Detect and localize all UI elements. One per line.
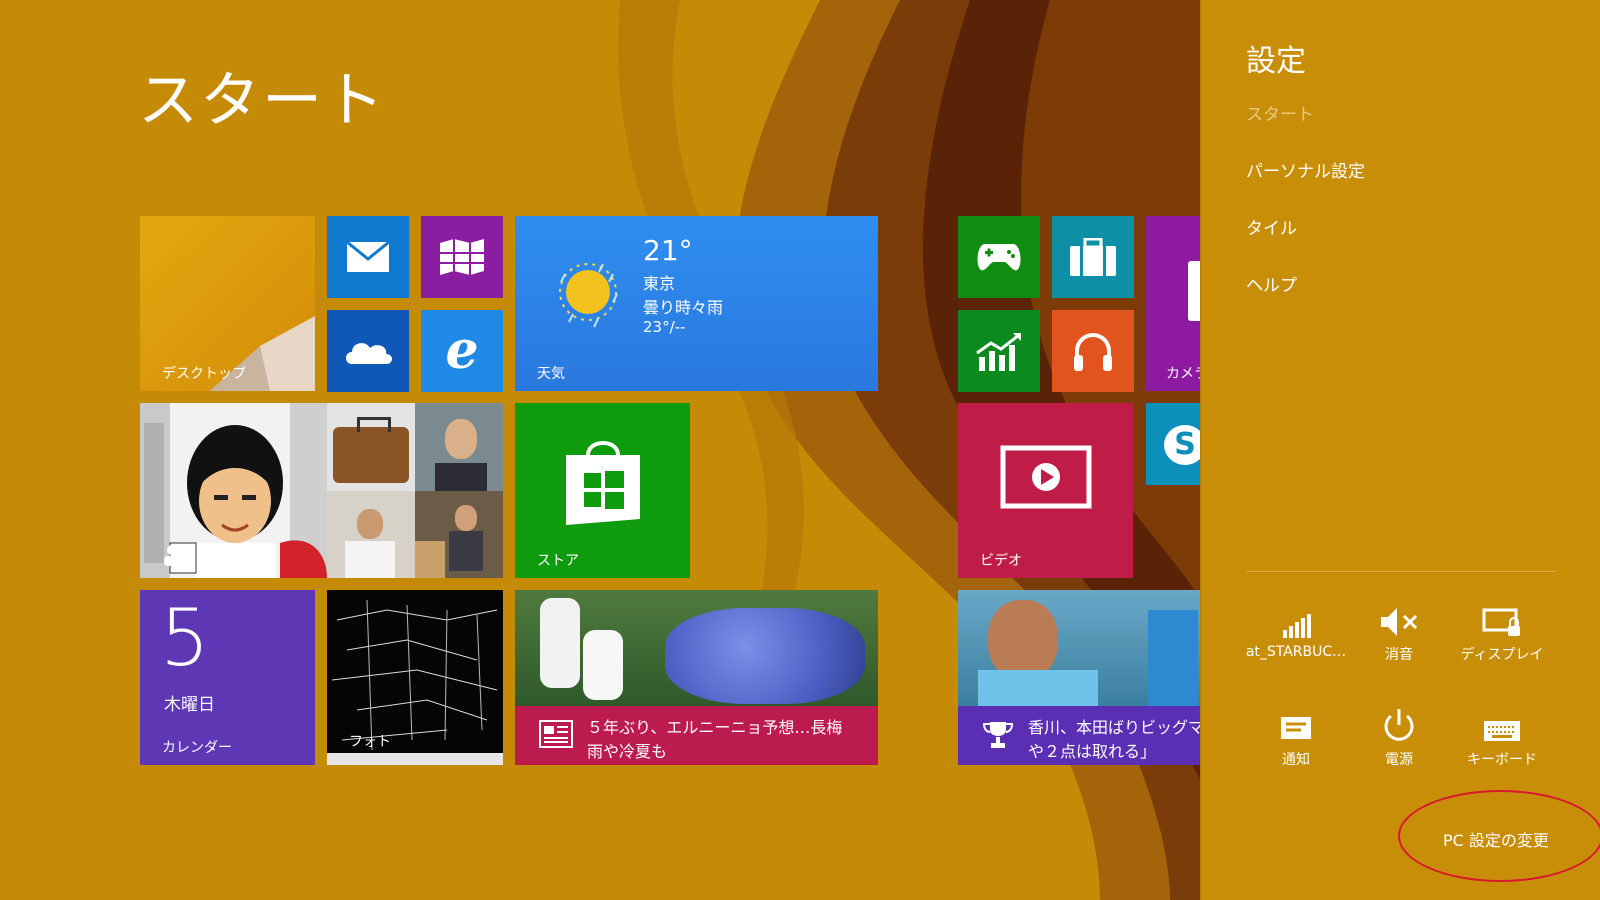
- wifi-signal-icon: [1283, 614, 1311, 638]
- sports-headline-line1: 香川、本田ばりビッグマウス: [1028, 718, 1200, 737]
- tile-skype[interactable]: S: [1146, 403, 1200, 485]
- tile-video[interactable]: ビデオ: [958, 403, 1133, 578]
- tile-label: ビデオ: [980, 553, 1022, 569]
- tile-photos[interactable]: フォト: [327, 590, 503, 765]
- quick-display-label: ディスプレイ: [1460, 647, 1544, 663]
- weather-city: 東京: [643, 274, 676, 293]
- quick-network[interactable]: at_STARBUC…: [1241, 598, 1351, 660]
- charm-link-help[interactable]: ヘルプ: [1246, 271, 1297, 296]
- tile-weather[interactable]: 21° 東京 曇り時々雨 23°/-- 天気: [515, 216, 878, 391]
- tile-photo-collage[interactable]: [327, 403, 503, 578]
- tile-sports[interactable]: 香川、本田ばりビッグマウス や２点は取れる」: [958, 590, 1200, 765]
- news-headline-line1: ５年ぶり、エルニーニョ予想…長梅: [587, 718, 843, 737]
- tile-finance[interactable]: [958, 310, 1040, 392]
- power-icon: [1384, 709, 1414, 741]
- quick-display[interactable]: ディスプレイ: [1447, 598, 1557, 664]
- charm-link-start[interactable]: スタート: [1246, 100, 1314, 125]
- tile-label: カレンダー: [162, 740, 232, 756]
- newspaper-icon: [539, 720, 573, 748]
- mute-icon: [1381, 608, 1418, 636]
- stock-chart-icon: [976, 333, 1021, 371]
- quick-notifications-label: 通知: [1282, 752, 1310, 768]
- charm-link-personalize[interactable]: パーソナル設定: [1246, 157, 1365, 182]
- quick-power[interactable]: 電源: [1344, 703, 1454, 769]
- tile-label: フォト: [349, 734, 391, 750]
- tile-mail[interactable]: [327, 216, 409, 298]
- game-controller-icon: [977, 244, 1021, 271]
- skype-icon: S: [1164, 425, 1200, 465]
- photo-man-white: [327, 491, 415, 578]
- tile-label: ストア: [537, 553, 579, 569]
- map-icon: [440, 239, 484, 275]
- tile-internet-explorer[interactable]: e: [421, 310, 503, 392]
- tile-games[interactable]: [958, 216, 1040, 298]
- photo-man-chair: [415, 491, 503, 578]
- calendar-weekday: 木曜日: [164, 695, 215, 715]
- settings-charm: 設定 スタート パーソナル設定 タイル ヘルプ at_STARBUC… 消音 デ…: [1200, 0, 1600, 900]
- start-title: スタート: [138, 66, 386, 136]
- tile-label: 天気: [537, 366, 565, 382]
- tile-desktop[interactable]: デスクトップ: [140, 216, 315, 391]
- news-headline-line2: 雨や冷夏も: [587, 742, 668, 761]
- people-icon: [164, 545, 192, 566]
- calendar-day: 5: [160, 594, 210, 684]
- charm-link-tiles[interactable]: タイル: [1246, 214, 1297, 239]
- suitcase-icon: [1070, 238, 1116, 276]
- quick-notifications[interactable]: 通知: [1241, 703, 1351, 769]
- notifications-icon: [1281, 717, 1311, 739]
- store-bag-icon: [565, 441, 640, 525]
- quick-network-label: at_STARBUC…: [1245, 644, 1347, 660]
- display-icon: [1482, 608, 1520, 636]
- quick-volume[interactable]: 消音: [1344, 598, 1454, 664]
- quick-volume-label: 消音: [1385, 647, 1413, 663]
- keyboard-icon: [1484, 721, 1520, 741]
- weather-range: 23°/--: [643, 318, 686, 336]
- tile-store[interactable]: ストア: [515, 403, 690, 578]
- tile-camera[interactable]: カメラ: [1146, 216, 1200, 391]
- tile-label: デスクトップ: [162, 366, 246, 382]
- tile-news[interactable]: ５年ぶり、エルニーニョ予想…長梅 雨や冷夏も: [515, 590, 878, 765]
- quick-power-label: 電源: [1385, 752, 1413, 768]
- tile-calendar[interactable]: 5 木曜日 カレンダー: [140, 590, 315, 765]
- quick-keyboard[interactable]: キーボード: [1447, 703, 1557, 769]
- sports-headline-line2: や２点は取れる」: [1028, 742, 1157, 761]
- sports-photo: [958, 590, 1200, 706]
- headphones-icon: [1074, 333, 1112, 371]
- weather-condition: 曇り時々雨: [643, 298, 724, 317]
- mail-icon: [346, 241, 390, 272]
- internet-explorer-icon: e: [445, 320, 479, 381]
- video-play-icon: [1000, 445, 1091, 508]
- tile-label: カメラ: [1166, 366, 1200, 382]
- weather-temperature: 21°: [643, 234, 693, 267]
- tile-people[interactable]: [140, 403, 327, 578]
- sun-rain-icon: [559, 263, 618, 328]
- quick-keyboard-label: キーボード: [1467, 752, 1537, 768]
- charm-divider: [1246, 571, 1556, 572]
- photo-suitcase: [327, 403, 415, 491]
- photo-man-glasses: [415, 403, 503, 491]
- annotation-circle: [1398, 790, 1600, 882]
- tile-travel[interactable]: [1052, 216, 1134, 298]
- tile-onedrive[interactable]: [327, 310, 409, 392]
- news-photo: [515, 590, 878, 706]
- trophy-icon: [982, 722, 1014, 748]
- charm-title: 設定: [1246, 44, 1306, 79]
- cloud-icon: [346, 343, 392, 364]
- tile-music[interactable]: [1052, 310, 1134, 392]
- camera-icon: [1188, 261, 1200, 321]
- tile-maps[interactable]: [421, 216, 503, 298]
